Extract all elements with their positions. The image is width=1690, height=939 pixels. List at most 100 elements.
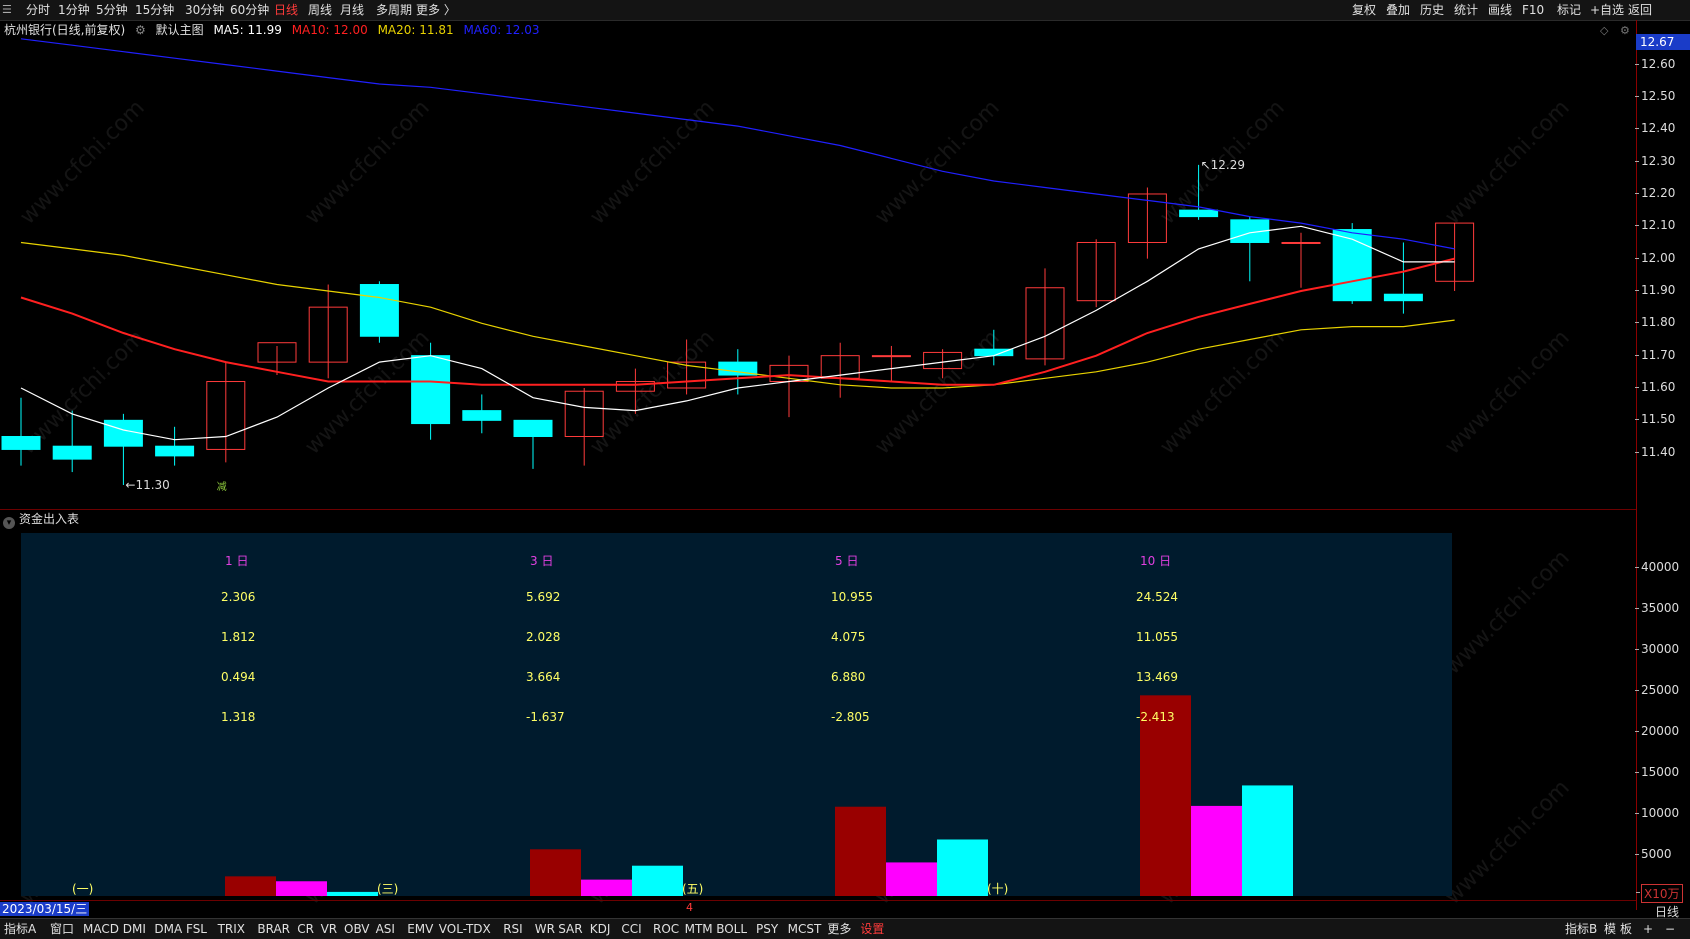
candle[interactable] xyxy=(1025,268,1065,366)
indicator-tab-1[interactable]: 窗口 xyxy=(50,922,74,936)
candle[interactable] xyxy=(1383,242,1423,314)
candle[interactable] xyxy=(1332,223,1372,304)
bottom-right-item-1[interactable]: 模 xyxy=(1604,922,1616,936)
indicator-tab-5[interactable]: FSL xyxy=(186,922,207,936)
price-tick-label: 11.80 xyxy=(1634,315,1676,329)
toolbar-item-2[interactable]: 历史 xyxy=(1420,2,1444,18)
indicator-tab-7[interactable]: BRAR xyxy=(257,922,290,936)
candle[interactable] xyxy=(769,355,809,418)
candle[interactable] xyxy=(155,426,195,466)
fund-value: -2.413 xyxy=(1136,710,1175,724)
ma60-line xyxy=(20,38,1455,250)
date-cursor-label: 2023/03/15/三 xyxy=(0,902,90,916)
indicator-tab-23[interactable]: MCST xyxy=(788,922,822,936)
fund-period-tag: (五) xyxy=(682,882,704,896)
fund-bar xyxy=(835,806,886,896)
fund-tick-label: 35000 xyxy=(1634,601,1680,615)
candle[interactable] xyxy=(359,281,399,343)
indicator-tab-9[interactable]: VR xyxy=(321,922,338,936)
candle[interactable] xyxy=(1281,232,1321,288)
low-price-annotation: ←11.30 xyxy=(125,478,169,492)
indicator-tab-10[interactable]: OBV xyxy=(344,922,370,936)
indicator-tab-22[interactable]: PSY xyxy=(756,922,778,936)
indicator-tab-11[interactable]: ASI xyxy=(376,922,395,936)
candle[interactable] xyxy=(1435,222,1475,291)
indicator-tab-3[interactable]: DMI xyxy=(123,922,146,936)
indicator-tab-16[interactable]: SAR xyxy=(558,922,582,936)
candle[interactable] xyxy=(462,394,502,434)
period-7[interactable]: 周线 xyxy=(308,2,332,18)
price-tick-label: 12.10 xyxy=(1634,218,1676,232)
period-2[interactable]: 5分钟 xyxy=(96,2,128,18)
fund-bar xyxy=(327,891,378,896)
period-9[interactable]: 多周期 xyxy=(376,2,412,18)
fund-bar xyxy=(1191,805,1242,896)
candle[interactable] xyxy=(513,419,553,469)
candle[interactable] xyxy=(206,362,246,463)
candlestick-chart[interactable]: ↖12.29 ←11.30 减 xyxy=(0,20,1636,510)
period-0[interactable]: 分时 xyxy=(26,2,50,18)
candle[interactable] xyxy=(564,387,604,466)
indicator-tab-6[interactable]: TRIX xyxy=(218,922,245,936)
indicator-tab-20[interactable]: MTM xyxy=(685,922,713,936)
candle[interactable] xyxy=(308,284,348,379)
indicator-tab-15[interactable]: WR xyxy=(535,922,555,936)
indicator-tab-21[interactable]: BOLL xyxy=(716,922,747,936)
candle[interactable] xyxy=(974,329,1014,366)
indicator-tab-25[interactable]: 设置 xyxy=(860,922,884,936)
indicator-tab-14[interactable]: RSI xyxy=(503,922,523,936)
candle-body xyxy=(103,419,143,447)
toolbar-item-7[interactable]: +自选 xyxy=(1590,2,1624,18)
candle[interactable] xyxy=(52,410,92,473)
bottom-right-item-3[interactable]: + xyxy=(1643,922,1653,936)
toolbar-item-6[interactable]: 标记 xyxy=(1557,2,1581,18)
period-4[interactable]: 30分钟 xyxy=(185,2,224,18)
toolbar-item-1[interactable]: 叠加 xyxy=(1386,2,1410,18)
candle[interactable] xyxy=(103,413,143,485)
candle[interactable] xyxy=(871,345,911,382)
fund-bar xyxy=(886,862,937,896)
fund-value: -2.805 xyxy=(831,710,870,724)
indicator-tab-24[interactable]: 更多 xyxy=(827,922,851,936)
toolbar-item-4[interactable]: 画线 xyxy=(1488,2,1512,18)
indicator-tab-8[interactable]: CR xyxy=(297,922,314,936)
candle[interactable] xyxy=(1,397,41,466)
ex-dividend-marker[interactable]: 减 xyxy=(217,481,227,493)
toolbar-item-3[interactable]: 统计 xyxy=(1454,2,1478,18)
period-5[interactable]: 60分钟 xyxy=(230,2,269,18)
toolbar-item-8[interactable]: 返回 xyxy=(1628,2,1652,18)
candle[interactable] xyxy=(1076,239,1116,308)
menu-icon[interactable]: ☰ xyxy=(2,3,18,17)
fund-value: 13.469 xyxy=(1136,670,1178,684)
fund-tick-label: 30000 xyxy=(1634,642,1680,656)
candle[interactable] xyxy=(1179,164,1219,220)
indicator-tab-12[interactable]: EMV xyxy=(407,922,433,936)
toolbar-item-0[interactable]: 复权 xyxy=(1352,2,1376,18)
fund-bar xyxy=(937,839,988,896)
period-10[interactable]: 更多 〉 xyxy=(416,2,456,18)
period-8[interactable]: 月线 xyxy=(340,2,364,18)
fund-column-label: 5 日 xyxy=(835,554,859,568)
period-3[interactable]: 15分钟 xyxy=(135,2,174,18)
fund-tick-label: 20000 xyxy=(1634,724,1680,738)
candle[interactable] xyxy=(820,342,860,398)
indicator-tab-13[interactable]: VOL-TDX xyxy=(439,922,491,936)
toolbar-item-5[interactable]: F10 xyxy=(1522,2,1544,18)
indicator-tab-0[interactable]: 指标A xyxy=(4,922,36,936)
bottom-right-item-0[interactable]: 指标B xyxy=(1565,922,1597,936)
fund-period-tag: (十) xyxy=(987,882,1009,896)
candle[interactable] xyxy=(615,368,655,414)
indicator-tab-4[interactable]: DMA xyxy=(154,922,182,936)
indicator-tab-17[interactable]: KDJ xyxy=(590,922,611,936)
candle[interactable] xyxy=(1230,216,1270,282)
candle-body xyxy=(1383,293,1423,302)
price-tick-label: 11.60 xyxy=(1634,380,1676,394)
indicator-tab-2[interactable]: MACD xyxy=(83,922,119,936)
indicator-tab-19[interactable]: ROC xyxy=(653,922,679,936)
period-6[interactable]: 日线 xyxy=(274,2,298,18)
bottom-right-item-2[interactable]: 板 xyxy=(1620,922,1632,936)
scroll-marker[interactable]: 4 xyxy=(686,901,693,914)
bottom-right-item-4[interactable]: − xyxy=(1665,922,1675,936)
period-1[interactable]: 1分钟 xyxy=(58,2,90,18)
indicator-tab-18[interactable]: CCI xyxy=(621,922,641,936)
